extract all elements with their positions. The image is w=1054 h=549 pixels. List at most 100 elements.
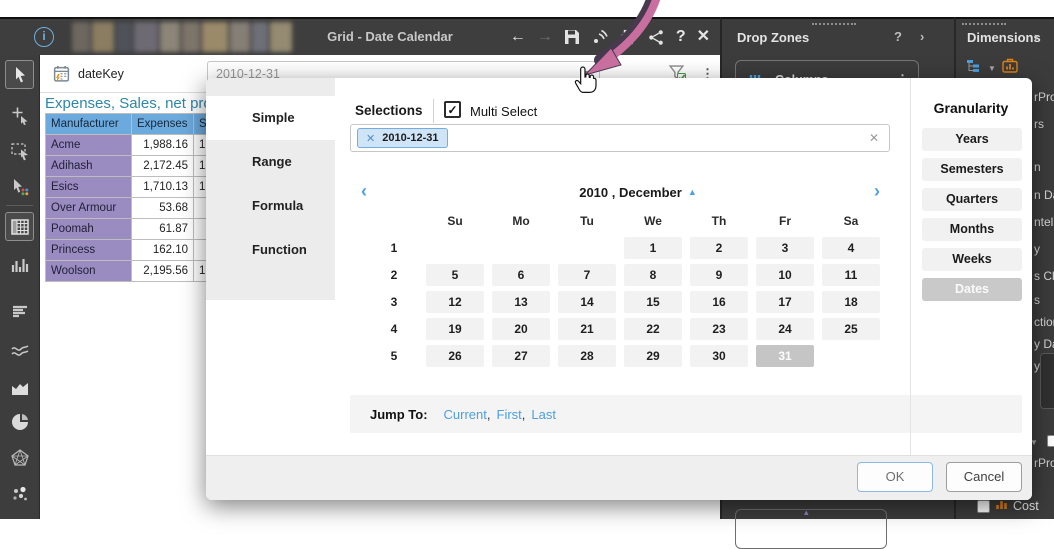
radar-chart-tool[interactable] — [5, 443, 34, 472]
calendar-day-cell[interactable]: 24 — [756, 318, 814, 340]
help-icon[interactable]: ? — [676, 29, 686, 45]
granularity-quarters[interactable]: Quarters — [922, 188, 1022, 211]
calendar-day-cell[interactable]: 11 — [822, 264, 880, 286]
panel-drag-handle[interactable] — [812, 23, 856, 25]
month-header[interactable]: 2010 , December▲ — [488, 185, 788, 200]
chevron-down-icon[interactable]: ▼ — [988, 64, 996, 73]
rectangle-select-tool[interactable] — [5, 136, 34, 165]
back-icon[interactable]: ← — [510, 29, 526, 45]
ok-button[interactable]: OK — [857, 462, 933, 492]
share-icon[interactable] — [648, 29, 665, 46]
calendar-day-cell[interactable]: 21 — [558, 318, 616, 340]
calendar-day-cell[interactable]: 9 — [690, 264, 748, 286]
calendar-day-cell[interactable]: 27 — [492, 345, 550, 367]
tab-simple[interactable]: Simple — [206, 96, 335, 140]
granularity-years[interactable]: Years — [922, 128, 1022, 151]
print-icon[interactable] — [620, 29, 637, 46]
close-icon[interactable]: ✕ — [697, 29, 710, 45]
calendar-day-cell[interactable]: 25 — [822, 318, 880, 340]
calendar-day-cell[interactable]: 16 — [690, 291, 748, 313]
preview-icon[interactable] — [591, 28, 609, 46]
calendar-day-cell[interactable]: 3 — [756, 237, 814, 259]
jump-link-first[interactable]: First — [497, 407, 522, 422]
calendar-day-cell[interactable]: 23 — [690, 318, 748, 340]
calendar-day-cell[interactable]: 1 — [624, 237, 682, 259]
scatter-chart-tool[interactable] — [5, 480, 34, 509]
cancel-button[interactable]: Cancel — [946, 462, 1022, 492]
calendar-day-cell[interactable]: 6 — [492, 264, 550, 286]
hierarchy-icon[interactable] — [966, 59, 982, 78]
calendar-day-cell[interactable]: 20 — [492, 318, 550, 340]
prev-month-icon[interactable]: ‹ — [361, 181, 367, 202]
save-icon[interactable] — [564, 29, 580, 45]
calendar-day-cell[interactable]: 5 — [426, 264, 484, 286]
forward-icon[interactable]: → — [537, 29, 553, 45]
pie-chart-tool[interactable] — [5, 407, 34, 436]
dimension-item-fragment: n — [1034, 160, 1041, 174]
point-select-tool[interactable] — [5, 100, 34, 129]
dimensions-collapse-icon[interactable]: › — [1034, 29, 1038, 44]
calendar-day-cell[interactable]: 17 — [756, 291, 814, 313]
drop-zones-help-icon[interactable]: ? — [894, 29, 902, 44]
chip-label: 2010-12-31 — [382, 132, 438, 144]
calendar-day-cell[interactable]: 13 — [492, 291, 550, 313]
calendar-day-cell[interactable]: 4 — [822, 237, 880, 259]
panel-drag-handle[interactable] — [962, 23, 1006, 25]
metrics-section-box — [1040, 353, 1054, 409]
checkbox[interactable] — [1047, 435, 1054, 447]
filter-field-label: dateKey — [78, 55, 124, 93]
tab-range[interactable]: Range — [206, 140, 335, 184]
cost-checkbox[interactable] — [977, 500, 990, 513]
calendar-day-cell[interactable]: 10 — [756, 264, 814, 286]
calendar-day-cell[interactable]: 7 — [558, 264, 616, 286]
multi-select-label: Multi Select — [470, 104, 537, 119]
jump-link-last[interactable]: Last — [531, 407, 556, 422]
tab-function[interactable]: Function — [206, 228, 335, 272]
granularity-dates[interactable]: Dates — [922, 278, 1022, 301]
calendar-day-cell[interactable]: 29 — [624, 345, 682, 367]
granularity-title: Granularity — [910, 100, 1032, 116]
dialog-tab-list: SimpleRangeFormulaFunction — [206, 78, 335, 300]
multi-select-checkbox[interactable]: ✓ — [444, 101, 461, 118]
next-month-icon[interactable]: › — [874, 181, 880, 202]
calendar-day-cell[interactable]: 22 — [624, 318, 682, 340]
selected-date-chip[interactable]: ✕ 2010-12-31 — [357, 128, 448, 148]
granularity-semesters[interactable]: Semesters — [922, 158, 1022, 181]
redacted-icon — [92, 22, 114, 52]
tab-formula[interactable]: Formula — [206, 184, 335, 228]
redacted-icon — [116, 22, 132, 52]
day-header: Mo — [488, 208, 554, 235]
redacted-icon — [134, 22, 158, 52]
calendar-day-cell[interactable]: 18 — [822, 291, 880, 313]
calendar-day-cell[interactable]: 30 — [690, 345, 748, 367]
expenses-cell: 162.10 — [132, 240, 194, 261]
calendar-day-cell[interactable]: 26 — [426, 345, 484, 367]
calendar-day-cell[interactable]: 8 — [624, 264, 682, 286]
calendar-day-cell[interactable]: 31 — [756, 345, 814, 367]
calendar-day-cell[interactable]: 19 — [426, 318, 484, 340]
area-chart-tool[interactable] — [5, 373, 34, 402]
line-chart-tool[interactable] — [5, 335, 34, 364]
collapse-icon[interactable]: ▲ — [688, 187, 697, 197]
jump-link-current[interactable]: Current — [444, 407, 487, 422]
rows-drop-zone[interactable] — [735, 509, 887, 549]
calendar-day-cell[interactable]: 14 — [558, 291, 616, 313]
drop-zones-collapse-icon[interactable]: › — [920, 29, 924, 44]
calendar-day-cell[interactable]: 12 — [426, 291, 484, 313]
table-visual-tool[interactable] — [5, 212, 34, 241]
calendar-day-cell[interactable]: 2 — [690, 237, 748, 259]
dimension-item-fragment: ntelli — [1034, 215, 1054, 229]
selections-input[interactable]: ✕ 2010-12-31 ✕ — [350, 124, 890, 152]
multi-select-tool[interactable] — [5, 172, 34, 201]
row-chart-tool[interactable] — [5, 297, 34, 326]
granularity-months[interactable]: Months — [922, 218, 1022, 241]
info-icon[interactable]: i — [34, 27, 54, 47]
chip-remove-icon[interactable]: ✕ — [366, 132, 375, 145]
bar-chart-tool[interactable] — [5, 250, 34, 279]
granularity-weeks[interactable]: Weeks — [922, 248, 1022, 271]
calendar-day-cell[interactable]: 28 — [558, 345, 616, 367]
pointer-tool[interactable] — [5, 60, 34, 89]
clear-selections-icon[interactable]: ✕ — [869, 131, 879, 145]
calendar-day-cell[interactable]: 15 — [624, 291, 682, 313]
metric-set-icon[interactable] — [1002, 58, 1018, 78]
